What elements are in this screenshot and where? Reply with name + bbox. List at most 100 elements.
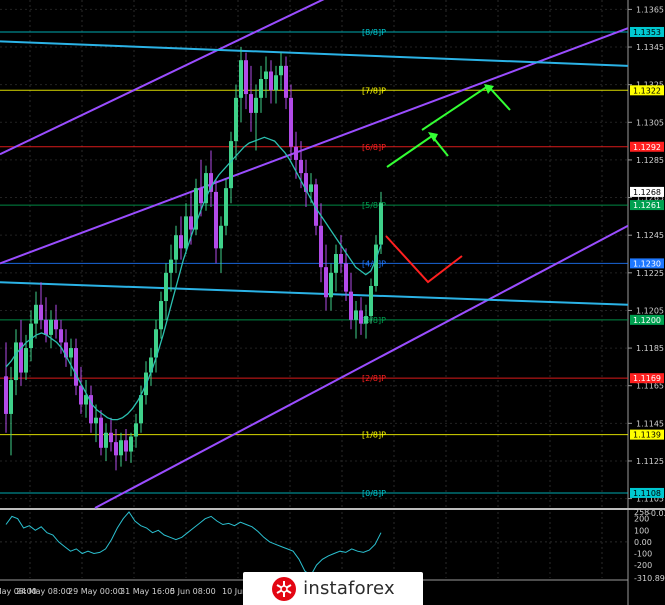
- candle-body: [49, 319, 53, 335]
- price-tag-label: 1.1169: [633, 374, 661, 383]
- candlestick-series: [4, 47, 383, 471]
- candle-body: [29, 323, 33, 349]
- price-tag-label: 1.1292: [633, 143, 661, 152]
- candle-body: [349, 291, 353, 320]
- price-tag-label: 1.1353: [633, 28, 661, 37]
- y-tick-label: 1.1205: [636, 306, 664, 315]
- candle-body: [329, 272, 333, 298]
- murrey-label: [7/8]P: [362, 86, 386, 95]
- candle-body: [339, 254, 343, 264]
- candle-body: [244, 60, 248, 95]
- x-tick-label: 31 May 16:00: [120, 587, 175, 596]
- candle-body: [134, 423, 138, 437]
- candle-body: [34, 304, 38, 324]
- candle-body: [319, 225, 323, 268]
- murrey-label: [8/8]P: [362, 28, 386, 37]
- candle-body: [24, 348, 28, 373]
- price-tag-label: 1.1261: [633, 201, 661, 210]
- candle-body: [279, 65, 283, 76]
- price-tag-label: 1.1322: [633, 86, 661, 95]
- candle-body: [124, 440, 128, 452]
- y-tick-label: 1.1345: [636, 43, 664, 52]
- candle-body: [189, 216, 193, 230]
- candle-body: [139, 395, 143, 424]
- cci-header-value: -0.0386: [648, 509, 665, 518]
- chart-window: [8/8]P [7/8]P [6/8]P [5/8]P [4/8]P [3/8]P [2/8…: [0, 0, 665, 605]
- candle-body: [119, 440, 123, 456]
- candle-body: [274, 75, 278, 91]
- y-tick-label: 1.1145: [636, 419, 664, 428]
- candle-body: [69, 348, 73, 358]
- candle-body: [74, 348, 78, 386]
- candle-body: [129, 436, 133, 452]
- cci-tick-label: 0.00: [634, 538, 652, 547]
- candle-body: [114, 442, 118, 456]
- trend-channels: [0, 0, 629, 509]
- instaforex-wordmark: instaforex: [303, 578, 395, 599]
- y-tick-label: 1.1305: [636, 118, 664, 127]
- candle-body: [264, 71, 268, 80]
- murrey-label: [2/8]P: [362, 374, 386, 383]
- forecast-arrows: [385, 84, 511, 284]
- candle-body: [94, 417, 98, 424]
- candle-body: [79, 385, 83, 405]
- candle-body: [9, 380, 13, 414]
- candle-body: [309, 184, 313, 192]
- candle-body: [354, 310, 358, 320]
- candle-body: [334, 254, 338, 273]
- candle-body: [289, 97, 293, 147]
- y-tick-label: 1.1365: [636, 5, 664, 14]
- cci-tick-label: -310.896: [634, 574, 665, 583]
- murrey-levels: [8/8]P[7/8]P[6/8]P[5/8]P[4/8]P[3/8]P[2/8…: [0, 28, 628, 498]
- instaforex-watermark: instaforex: [243, 572, 423, 605]
- candle-body: [324, 267, 328, 298]
- murrey-label: [0/8]P: [362, 489, 386, 498]
- bullish-arrow-long: [421, 84, 511, 131]
- candle-body: [254, 97, 258, 113]
- y-tick-label: 1.1285: [636, 156, 664, 165]
- candle-body: [269, 71, 273, 91]
- price-axis: 1.13651.13451.13251.13051.12851.12651.12…: [628, 5, 664, 504]
- candle-body: [104, 432, 108, 448]
- resistance-line: [0, 40, 629, 67]
- candle-body: [219, 225, 223, 249]
- candle-body: [159, 301, 163, 330]
- candle-body: [364, 316, 368, 324]
- candle-body: [169, 259, 173, 273]
- candle-body: [259, 79, 263, 98]
- time-axis: 23 May 08:0024 May 08:0029 May 00:0031 M…: [0, 587, 247, 596]
- instaforex-logo-icon: [272, 576, 297, 601]
- candle-body: [369, 285, 373, 317]
- y-tick-label: 1.1125: [636, 457, 664, 466]
- price-tag-label: 1.1108: [633, 489, 661, 498]
- candle-body: [174, 235, 178, 260]
- x-tick-label: 29 May 00:00: [68, 587, 123, 596]
- chart-canvas: [8/8]P[7/8]P[6/8]P[5/8]P[4/8]P[3/8]P[2/8…: [0, 0, 665, 605]
- candle-body: [54, 319, 58, 330]
- candle-body: [184, 216, 188, 249]
- candle-body: [224, 188, 228, 226]
- candle-body: [249, 94, 253, 113]
- candle-body: [59, 329, 63, 343]
- cci-tick-label: 100: [634, 526, 649, 535]
- candle-body: [284, 65, 288, 98]
- price-tag-label: 1.1139: [633, 431, 661, 440]
- candle-body: [99, 417, 103, 448]
- y-tick-label: 1.1185: [636, 344, 664, 353]
- murrey-label: [1/8]P: [362, 431, 386, 440]
- candle-body: [4, 376, 8, 414]
- candle-body: [374, 244, 378, 286]
- candle-body: [234, 97, 238, 142]
- candle-body: [164, 272, 168, 302]
- support-line: [0, 281, 629, 306]
- candle-body: [299, 159, 303, 174]
- candle-body: [109, 432, 113, 443]
- price-tag-label: 1.1268: [633, 188, 661, 197]
- candle-body: [14, 342, 18, 381]
- cci-tick-label: 200: [634, 515, 649, 524]
- price-tag-label: 1.1200: [633, 316, 661, 325]
- candle-body: [199, 188, 203, 204]
- candle-body: [239, 60, 243, 98]
- cci-tick-label: -100: [634, 550, 652, 559]
- x-tick-label: 5 Jun 08:00: [170, 587, 216, 596]
